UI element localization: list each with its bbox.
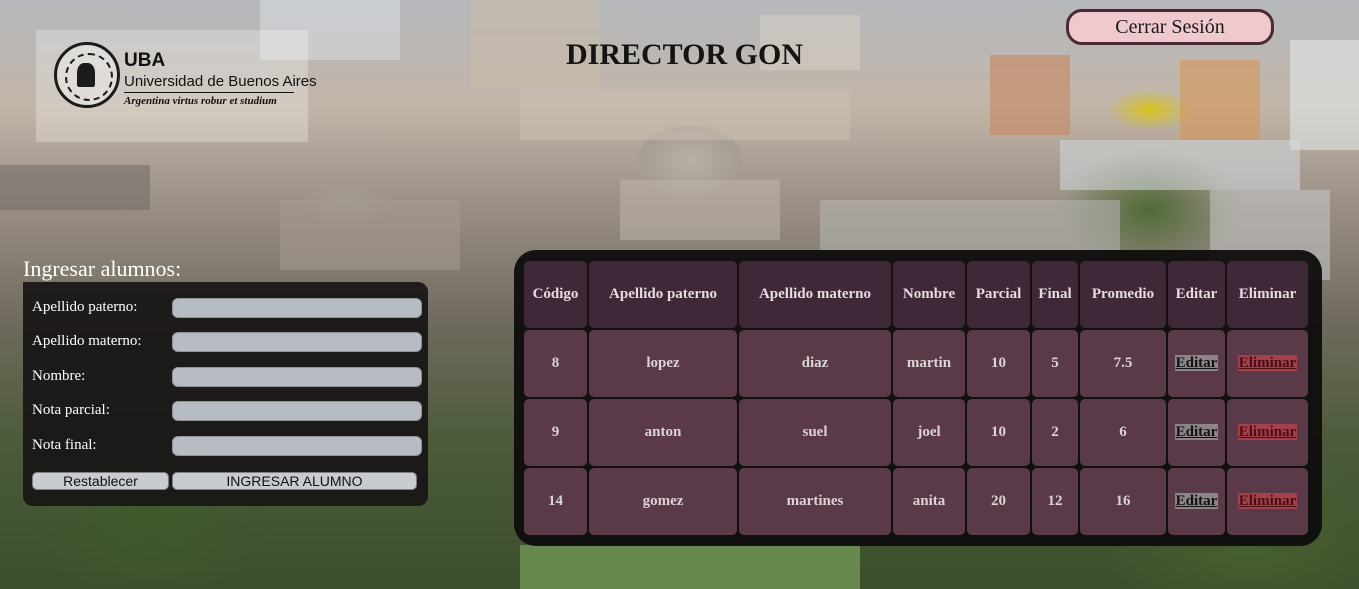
cell-apellido-materno: diaz [739, 330, 891, 397]
reset-button[interactable]: Restablecer [32, 472, 169, 490]
cell-nombre: martin [893, 330, 965, 397]
cell-apellido-paterno: lopez [589, 330, 737, 397]
students-table: Código Apellido paterno Apellido materno… [522, 259, 1310, 537]
edit-link[interactable]: Editar [1174, 424, 1219, 440]
cell-apellido-materno: martines [739, 468, 891, 535]
cell-editar: Editar [1168, 330, 1225, 397]
nota-parcial-label: Nota parcial: [32, 402, 110, 418]
column-header-eliminar: Eliminar [1227, 261, 1308, 328]
nota-final-label: Nota final: [32, 437, 97, 453]
cell-nombre: joel [893, 399, 965, 466]
cell-codigo: 8 [524, 330, 587, 397]
cell-editar: Editar [1168, 468, 1225, 535]
column-header-promedio: Promedio [1080, 261, 1166, 328]
table-row: 8 lopez diaz martin 10 5 7.5 Editar Elim… [524, 330, 1308, 397]
edit-link[interactable]: Editar [1174, 355, 1219, 371]
cell-codigo: 14 [524, 468, 587, 535]
cell-eliminar: Eliminar [1227, 399, 1308, 466]
logout-button[interactable]: Cerrar Sesión [1066, 9, 1274, 45]
nombre-input[interactable] [172, 367, 422, 387]
column-header-codigo: Código [524, 261, 587, 328]
form-title: Ingresar alumnos: [23, 256, 182, 281]
apellido-materno-input[interactable] [172, 332, 422, 352]
cell-parcial: 10 [967, 330, 1030, 397]
cell-promedio: 6 [1080, 399, 1166, 466]
apellido-paterno-input[interactable] [172, 298, 422, 318]
cell-eliminar: Eliminar [1227, 330, 1308, 397]
apellido-materno-label: Apellido materno: [32, 333, 142, 349]
uba-logo: UBA Universidad de Buenos Aires Argentin… [36, 30, 317, 142]
nota-final-input[interactable] [172, 436, 422, 456]
delete-link[interactable]: Eliminar [1237, 424, 1298, 440]
table-row: 9 anton suel joel 10 2 6 Editar Eliminar [524, 399, 1308, 466]
cell-editar: Editar [1168, 399, 1225, 466]
column-header-apellido-paterno: Apellido paterno [589, 261, 737, 328]
table-header-row: Código Apellido paterno Apellido materno… [524, 261, 1308, 328]
edit-link[interactable]: Editar [1174, 493, 1219, 509]
uba-seal-icon [54, 42, 120, 108]
form-row-apellido-paterno: Apellido paterno: [32, 296, 424, 320]
logo-motto: Argentina virtus robur et studium [124, 95, 277, 107]
cell-codigo: 9 [524, 399, 587, 466]
form-row-nota-final: Nota final: [32, 434, 424, 458]
page-title: DIRECTOR GON [566, 38, 803, 71]
cell-parcial: 10 [967, 399, 1030, 466]
students-table-panel: Código Apellido paterno Apellido materno… [514, 250, 1322, 546]
nombre-label: Nombre: [32, 368, 86, 384]
submit-student-button[interactable]: INGRESAR ALUMNO [172, 472, 417, 490]
logo-full-name: Universidad de Buenos Aires [124, 73, 317, 90]
cell-promedio: 16 [1080, 468, 1166, 535]
cell-final: 2 [1032, 399, 1078, 466]
column-header-nombre: Nombre [893, 261, 965, 328]
column-header-parcial: Parcial [967, 261, 1030, 328]
column-header-final: Final [1032, 261, 1078, 328]
cell-nombre: anita [893, 468, 965, 535]
cell-parcial: 20 [967, 468, 1030, 535]
cell-apellido-paterno: anton [589, 399, 737, 466]
cell-eliminar: Eliminar [1227, 468, 1308, 535]
form-row-nombre: Nombre: [32, 365, 424, 389]
logo-short-name: UBA [124, 50, 166, 71]
cell-promedio: 7.5 [1080, 330, 1166, 397]
apellido-paterno-label: Apellido paterno: [32, 299, 138, 315]
table-row: 14 gomez martines anita 20 12 16 Editar … [524, 468, 1308, 535]
cell-final: 12 [1032, 468, 1078, 535]
delete-link[interactable]: Eliminar [1237, 493, 1298, 509]
form-row-apellido-materno: Apellido materno: [32, 330, 424, 354]
delete-link[interactable]: Eliminar [1237, 355, 1298, 371]
cell-final: 5 [1032, 330, 1078, 397]
column-header-editar: Editar [1168, 261, 1225, 328]
cell-apellido-paterno: gomez [589, 468, 737, 535]
column-header-apellido-materno: Apellido materno [739, 261, 891, 328]
form-row-nota-parcial: Nota parcial: [32, 399, 424, 423]
cell-apellido-materno: suel [739, 399, 891, 466]
student-form: Apellido paterno: Apellido materno: Nomb… [23, 282, 428, 506]
nota-parcial-input[interactable] [172, 401, 422, 421]
logo-divider [124, 92, 294, 93]
